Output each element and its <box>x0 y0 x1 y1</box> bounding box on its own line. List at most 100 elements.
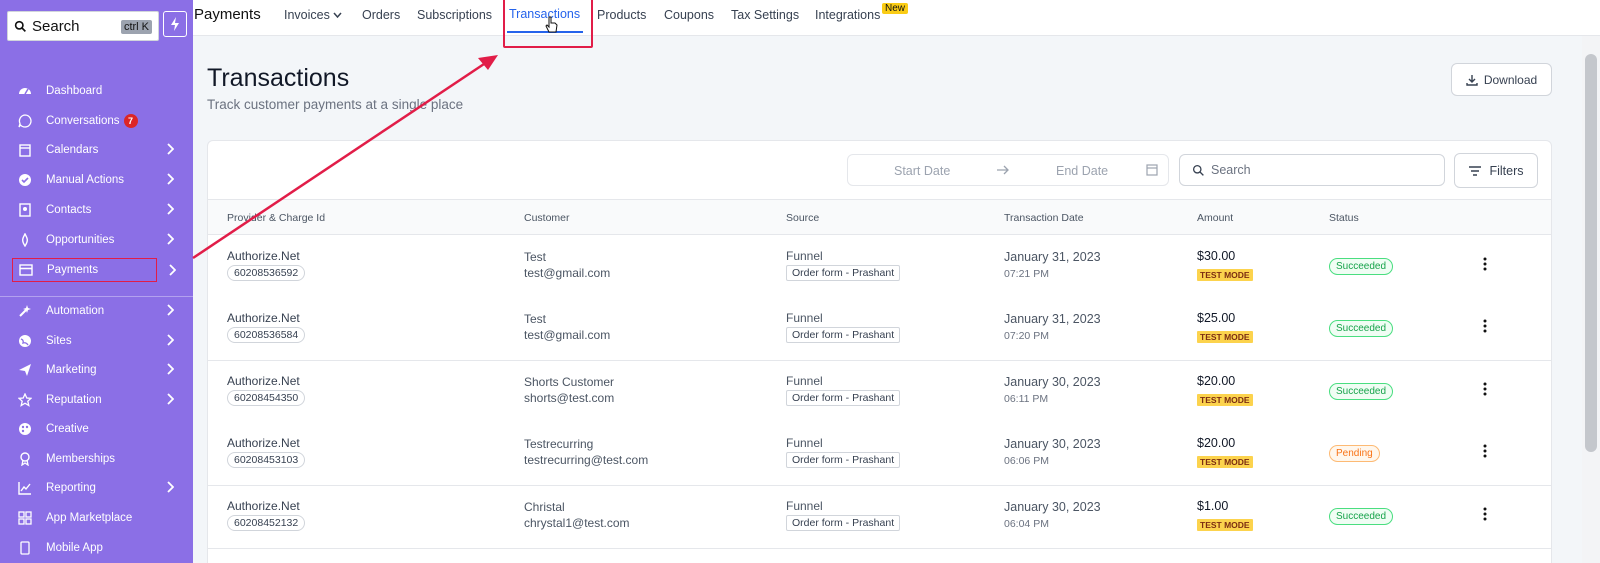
chevron-right-icon <box>167 334 174 346</box>
sidebar-item-label: Conversations <box>46 115 120 127</box>
tab-subscriptions[interactable]: Subscriptions <box>417 8 492 22</box>
sidebar-item-creative[interactable]: Creative <box>12 417 182 441</box>
sidebar-item-label: Dashboard <box>46 85 103 97</box>
column-header[interactable]: Transaction Date <box>1004 212 1084 224</box>
sidebar-item-opportunities[interactable]: Opportunities <box>12 228 182 252</box>
table-row[interactable]: Authorize.Net 60208453103 Testrecurring … <box>208 423 1551 486</box>
scrollbar-thumb[interactable] <box>1585 54 1597 452</box>
amount: $20.00 <box>1197 374 1236 388</box>
tab-invoices[interactable]: Invoices <box>284 8 342 22</box>
more-options-icon[interactable] <box>1483 507 1487 526</box>
sidebar-item-dashboard[interactable]: Dashboard <box>12 79 182 103</box>
test-mode-badge: TEST MODE <box>1197 394 1253 406</box>
sidebar-item-label: App Marketplace <box>46 512 133 524</box>
transaction-time: 06:06 PM <box>1004 455 1049 467</box>
status-badge: Succeeded <box>1329 258 1394 275</box>
column-header[interactable]: Amount <box>1197 212 1233 224</box>
sidebar-item-memberships[interactable]: Memberships <box>12 447 182 471</box>
amount: $20.00 <box>1197 436 1236 450</box>
table-row[interactable]: Authorize.Net 60208454350 Shorts Custome… <box>208 361 1551 424</box>
star-icon <box>17 392 33 408</box>
more-options-icon[interactable] <box>1483 257 1487 276</box>
charge-id: 60208536592 <box>227 265 306 281</box>
tab-integrations[interactable]: Integrations <box>815 8 880 22</box>
tab-products[interactable]: Products <box>597 8 646 22</box>
column-header[interactable]: Provider & Charge Id <box>227 212 325 224</box>
source-tag: Order form - Prashant <box>786 452 901 468</box>
amount: $1.00 <box>1197 499 1229 513</box>
sidebar-item-payments[interactable]: Payments <box>12 258 176 282</box>
transactions-search[interactable] <box>1179 154 1445 186</box>
sidebar-item-label: Payments <box>47 264 99 276</box>
shortcut-hint: ctrl K <box>120 20 152 34</box>
search-input[interactable] <box>1211 163 1411 177</box>
sidebar-item-label: Marketing <box>46 364 97 376</box>
filters-label: Filters <box>1489 163 1524 178</box>
filters-button[interactable]: Filters <box>1454 153 1538 188</box>
sidebar-item-automation[interactable]: Automation <box>12 299 182 323</box>
status-badge: Succeeded <box>1329 383 1394 400</box>
sidebar-item-reporting[interactable]: Reporting <box>12 476 182 500</box>
table-row[interactable]: Authorize.Net 60208536592 Test test@gmai… <box>208 236 1551 299</box>
column-header[interactable]: Status <box>1329 212 1359 224</box>
sidebar-item-marketing[interactable]: Marketing <box>12 358 182 382</box>
column-header[interactable]: Customer <box>524 212 570 224</box>
quick-actions-button[interactable] <box>163 11 187 37</box>
funnel-icon <box>17 232 33 248</box>
tab-orders[interactable]: Orders <box>362 8 400 22</box>
chevron-right-icon <box>167 233 174 245</box>
table-row[interactable]: Authorize.Net 60208536584 Test test@gmai… <box>208 298 1551 361</box>
chevron-right-icon <box>167 173 174 185</box>
lightning-icon <box>171 17 179 31</box>
search-icon <box>14 20 26 32</box>
table-header: Provider & Charge Id Customer Source Tra… <box>208 199 1551 235</box>
unread-count-badge: 7 <box>123 114 138 128</box>
charge-id: 60208452132 <box>227 515 306 531</box>
sidebar-item-conversations[interactable]: Conversations 7 <box>12 109 182 133</box>
source-name: Funnel <box>786 436 823 450</box>
globe-icon <box>17 333 33 349</box>
transaction-time: 07:21 PM <box>1004 268 1049 280</box>
contacts-icon <box>17 202 33 218</box>
transaction-date: January 30, 2023 <box>1004 437 1101 451</box>
chart-icon <box>17 480 33 496</box>
tab-coupons[interactable]: Coupons <box>664 8 714 22</box>
sidebar-item-label: Creative <box>46 423 89 435</box>
sidebar-search-label: Search <box>32 17 80 35</box>
arrow-right-icon <box>997 165 1009 175</box>
sidebar-item-sites[interactable]: Sites <box>12 329 182 353</box>
sidebar-item-manual-actions[interactable]: Manual Actions <box>12 168 182 192</box>
tab-tax-settings[interactable]: Tax Settings <box>731 8 799 22</box>
table-row[interactable]: Authorize.Net 60208452132 Christal chrys… <box>208 486 1551 549</box>
calendar-icon <box>17 142 33 158</box>
customer-name: Testrecurring <box>524 437 594 451</box>
more-options-icon[interactable] <box>1483 319 1487 338</box>
sidebar-item-calendars[interactable]: Calendars <box>12 138 182 162</box>
more-options-icon[interactable] <box>1483 444 1487 463</box>
download-button[interactable]: Download <box>1451 63 1552 96</box>
more-options-icon[interactable] <box>1483 382 1487 401</box>
transaction-date: January 30, 2023 <box>1004 500 1101 514</box>
transaction-date: January 31, 2023 <box>1004 250 1101 264</box>
transaction-time: 06:04 PM <box>1004 518 1049 530</box>
sidebar-item-app-marketplace[interactable]: App Marketplace <box>12 506 182 530</box>
sidebar-search[interactable]: Search ctrl K <box>7 11 159 41</box>
column-header[interactable]: Source <box>786 212 819 224</box>
transaction-date: January 30, 2023 <box>1004 375 1101 389</box>
test-mode-badge: TEST MODE <box>1197 519 1253 531</box>
sidebar-item-label: Sites <box>46 335 72 347</box>
customer-name: Test <box>524 250 547 264</box>
customer-name: Test <box>524 312 547 326</box>
page-subtitle: Track customer payments at a single plac… <box>207 97 464 112</box>
chat-icon <box>17 113 33 129</box>
check-circle-icon <box>17 172 33 188</box>
customer-email: test@gmail.com <box>524 328 611 342</box>
dashboard-icon <box>17 83 33 99</box>
customer-email: shorts@test.com <box>524 391 615 405</box>
source-tag: Order form - Prashant <box>786 327 901 343</box>
sidebar-item-contacts[interactable]: Contacts <box>12 198 182 222</box>
sidebar-item-reputation[interactable]: Reputation <box>12 388 182 412</box>
date-range-picker[interactable]: Start Date End Date <box>847 154 1169 186</box>
sidebar-item-mobile-app[interactable]: Mobile App <box>12 536 182 560</box>
chevron-right-icon <box>167 304 174 316</box>
